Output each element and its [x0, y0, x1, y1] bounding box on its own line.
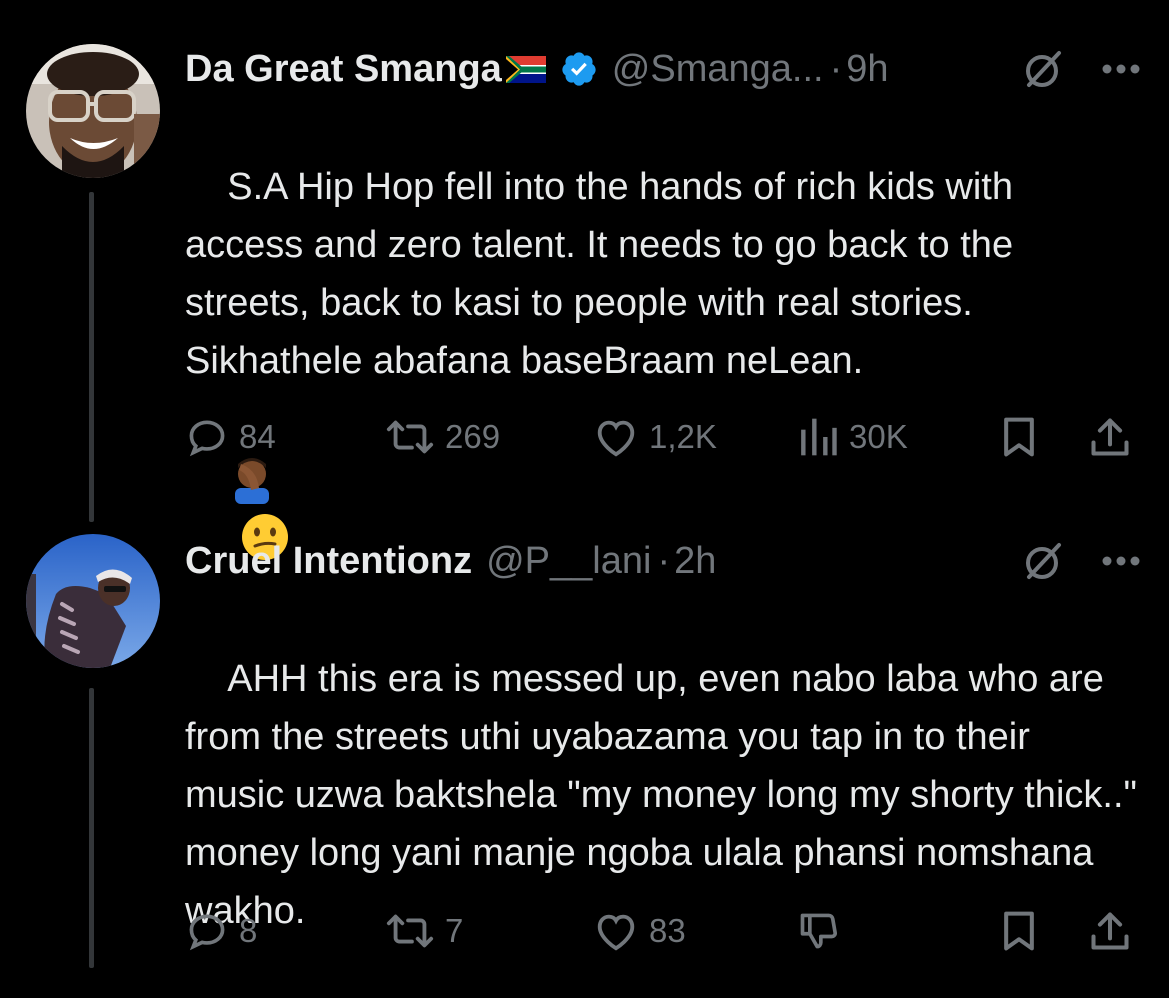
like-icon: [597, 914, 635, 951]
tweet-reply[interactable]: Cruel Intentionz @P__lani · 2h AHH this …: [0, 0, 1169, 968]
tweet-timestamp[interactable]: 2h: [674, 540, 716, 583]
more-options-icon[interactable]: [1101, 555, 1141, 567]
share-button[interactable]: [1089, 906, 1131, 956]
share-icon: [1091, 912, 1129, 950]
tweet-header: Cruel Intentionz @P__lani · 2h: [185, 536, 1141, 586]
reply-icon: [189, 914, 225, 951]
author-handle[interactable]: @P__lani: [486, 540, 651, 583]
bookmark-button[interactable]: [999, 906, 1039, 956]
like-count: 83: [649, 912, 686, 949]
avatar-cruel-intentionz[interactable]: [26, 534, 160, 668]
time-separator: ·: [657, 539, 671, 582]
like-button[interactable]: 83: [593, 906, 686, 956]
reply-button[interactable]: 8: [185, 906, 257, 956]
repost-count: 7: [445, 912, 464, 949]
tweet-actions: 8 7 83: [185, 906, 1141, 956]
repost-button[interactable]: 7: [385, 906, 463, 956]
bookmark-icon: [1004, 911, 1034, 951]
grok-icon[interactable]: [1021, 538, 1067, 584]
repost-icon: [386, 914, 434, 948]
reply-count: 8: [239, 912, 258, 949]
tweet-text-content: AHH this era is messed up, even nabo lab…: [185, 658, 1148, 932]
downvote-button[interactable]: [797, 906, 841, 956]
thumbs-down-icon: [800, 913, 838, 949]
author-display-name[interactable]: Cruel Intentionz: [185, 540, 472, 583]
